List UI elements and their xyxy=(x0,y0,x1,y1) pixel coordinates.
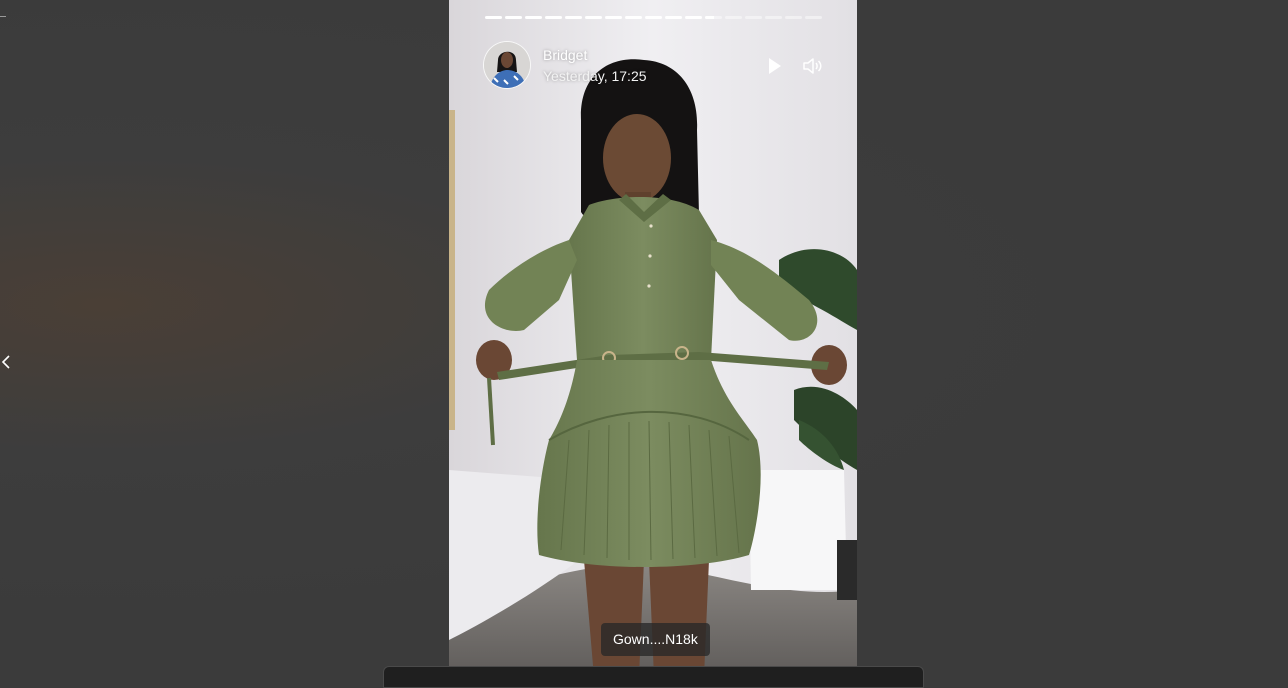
window-corner-mark xyxy=(0,16,6,17)
story-caption: Gown....N18k xyxy=(601,623,710,656)
story-viewer[interactable]: Bridget Yesterday, 17:25 Gown....N18k xyxy=(449,0,857,677)
progress-segment-fill xyxy=(585,16,602,19)
progress-segment xyxy=(805,16,822,19)
sound-button[interactable] xyxy=(801,55,825,77)
story-timestamp: Yesterday, 17:25 xyxy=(543,68,647,84)
progress-segment xyxy=(505,16,522,19)
progress-segment xyxy=(585,16,602,19)
progress-segment-fill xyxy=(485,16,502,19)
progress-segment-fill xyxy=(665,16,682,19)
progress-segment xyxy=(745,16,762,19)
progress-segment xyxy=(685,16,702,19)
progress-segment xyxy=(705,16,722,19)
progress-segment-fill xyxy=(565,16,582,19)
progress-segment-fill xyxy=(705,16,714,19)
previous-story-button[interactable] xyxy=(0,348,16,376)
progress-segment-fill xyxy=(545,16,562,19)
progress-segment xyxy=(545,16,562,19)
progress-segment xyxy=(485,16,502,19)
story-author-name[interactable]: Bridget xyxy=(543,47,587,63)
play-button[interactable] xyxy=(763,55,785,77)
chevron-left-icon xyxy=(1,355,10,369)
progress-segment xyxy=(525,16,542,19)
progress-segment-fill xyxy=(605,16,622,19)
avatar-photo xyxy=(484,42,530,88)
reply-bar[interactable] xyxy=(383,666,924,688)
progress-segment xyxy=(645,16,662,19)
progress-segment xyxy=(725,16,742,19)
progress-segment-fill xyxy=(505,16,522,19)
progress-segment-fill xyxy=(525,16,542,19)
progress-segment xyxy=(625,16,642,19)
progress-segment-fill xyxy=(645,16,662,19)
progress-segment-fill xyxy=(685,16,702,19)
avatar[interactable] xyxy=(483,41,531,89)
speaker-icon xyxy=(803,58,822,74)
progress-segment-fill xyxy=(625,16,642,19)
story-photo xyxy=(449,0,857,677)
progress-segment xyxy=(665,16,682,19)
progress-segment xyxy=(785,16,802,19)
progress-segment xyxy=(605,16,622,19)
progress-segment xyxy=(565,16,582,19)
play-icon xyxy=(769,58,781,74)
story-progress-bar xyxy=(485,16,822,19)
progress-segment xyxy=(765,16,782,19)
story-header: Bridget Yesterday, 17:25 xyxy=(483,41,823,89)
